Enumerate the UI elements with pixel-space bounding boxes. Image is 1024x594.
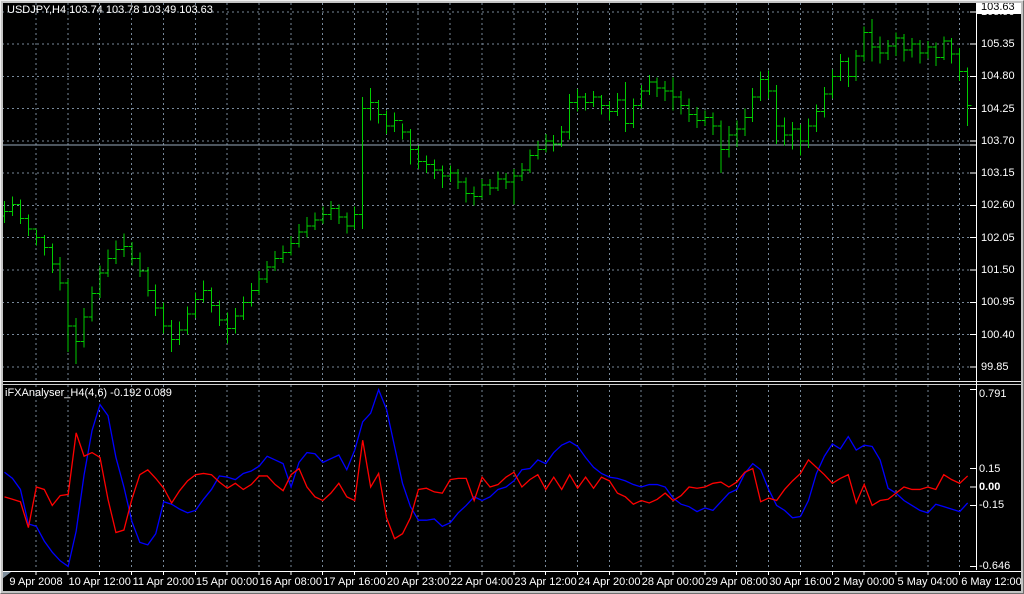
mt4-chart-window: { "window": { "app_context": "MetaTrader… bbox=[0, 0, 1024, 594]
price-axis[interactable] bbox=[976, 3, 1022, 570]
indicator-pane[interactable] bbox=[2, 385, 975, 570]
time-axis[interactable] bbox=[2, 571, 1022, 591]
price-pane[interactable] bbox=[2, 3, 975, 381]
